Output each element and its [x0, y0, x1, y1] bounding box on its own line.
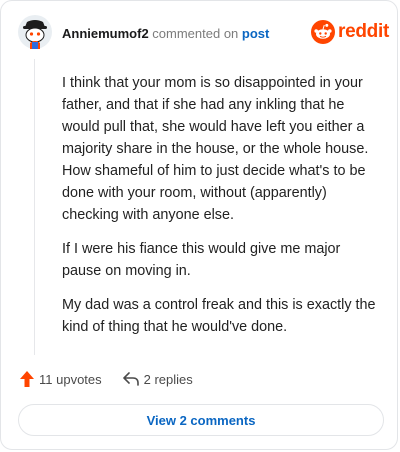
comment-card: Anniemumof2 commented on post reddit I t… [0, 0, 398, 450]
reddit-logo-icon [311, 20, 335, 44]
comment-paragraph: If I were his fiance this would give me … [62, 241, 341, 279]
reddit-brand[interactable]: reddit [311, 20, 389, 44]
replies-button[interactable]: 2 replies [122, 371, 193, 387]
brand-wordmark: reddit [338, 21, 389, 42]
action-text: commented on [152, 26, 239, 41]
view-comments-button[interactable]: View 2 comments [18, 404, 384, 436]
upvote-arrow-icon[interactable] [19, 370, 35, 388]
user-avatar[interactable] [18, 15, 52, 49]
comment-paragraph: My dad was a control freak and this is e… [62, 297, 376, 335]
comment-header: Anniemumof2 commented on post [62, 26, 269, 42]
reply-arrow-icon [122, 372, 139, 386]
upvote-count: 11 upvotes [39, 371, 102, 387]
comment-body: I think that your mom is so disappointed… [62, 72, 380, 350]
thread-line [34, 59, 35, 355]
post-link[interactable]: post [242, 26, 269, 41]
reply-count: 2 replies [143, 371, 193, 387]
username[interactable]: Anniemumof2 [62, 26, 149, 41]
comment-paragraph: I think that your mom is so disappointed… [62, 75, 369, 223]
comment-footer: 11 upvotes 2 replies [19, 370, 193, 388]
